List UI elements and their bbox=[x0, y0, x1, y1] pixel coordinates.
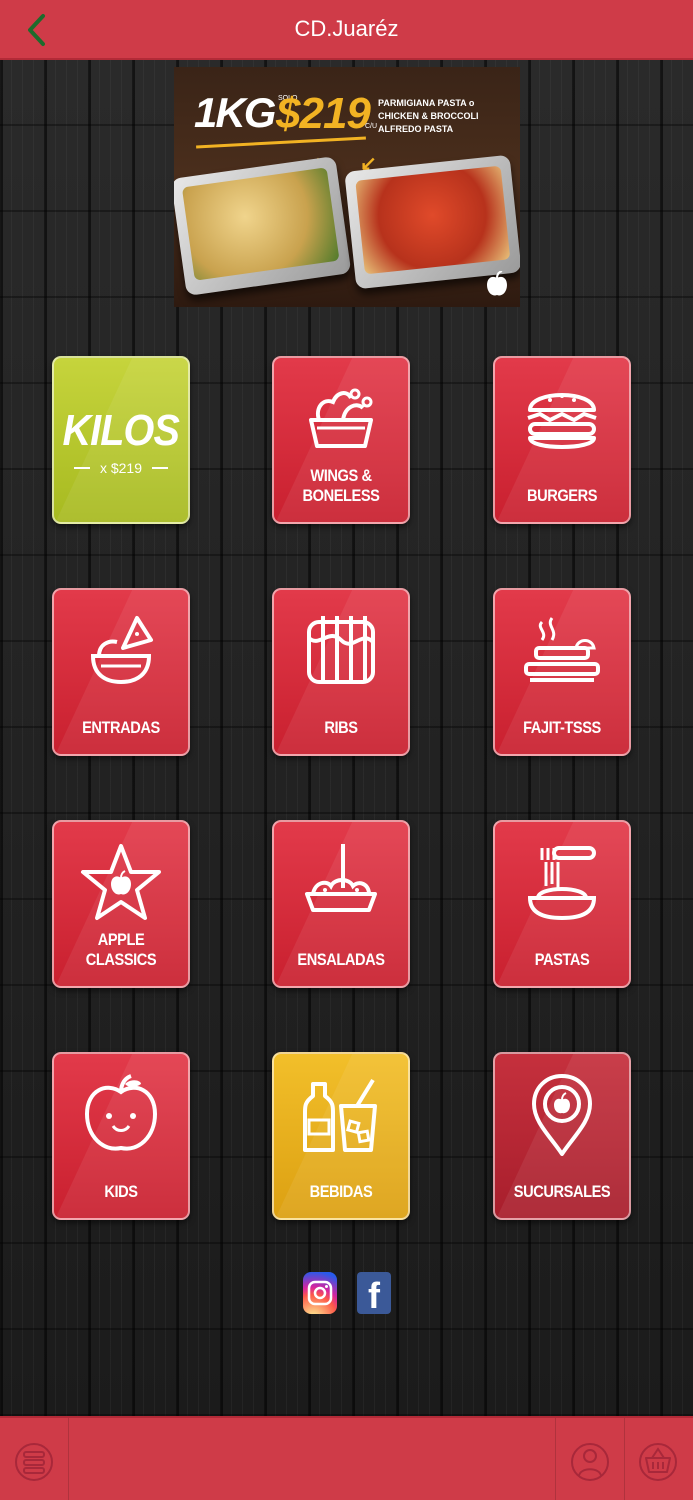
label-line-1: WINGS & bbox=[310, 466, 372, 485]
kilos-price: x $219 bbox=[99, 460, 143, 476]
spaghetti-icon bbox=[527, 846, 597, 921]
menu-list-icon bbox=[15, 1443, 53, 1481]
salad-bowl-icon bbox=[305, 844, 377, 912]
apple-logo-icon bbox=[487, 271, 507, 296]
instagram-icon bbox=[307, 1280, 333, 1306]
category-wings-boneless[interactable]: WINGS & BONELESS bbox=[272, 356, 410, 524]
tile-label: APPLE CLASSICS bbox=[85, 930, 157, 969]
back-button[interactable] bbox=[18, 10, 54, 50]
tile-label: BEBIDAS bbox=[309, 1182, 373, 1201]
tile-label: ENTRADAS bbox=[82, 718, 160, 737]
category-kids[interactable]: KIDS bbox=[52, 1052, 190, 1220]
banner-line-1: PARMIGIANA PASTA o bbox=[378, 98, 475, 108]
ribs-icon bbox=[307, 616, 375, 684]
user-profile-icon bbox=[571, 1443, 609, 1481]
top-bar: CD.Juaréz bbox=[0, 0, 693, 60]
facebook-button[interactable]: f bbox=[357, 1272, 391, 1314]
sizzling-plate-icon bbox=[524, 617, 600, 682]
divider bbox=[624, 1418, 625, 1500]
banner-weight: 1KG bbox=[194, 89, 276, 136]
alfredo-pasta-tray bbox=[174, 156, 352, 296]
chevron-left-icon bbox=[28, 14, 45, 46]
drinks-icon bbox=[303, 1078, 377, 1152]
category-apple-classics[interactable]: APPLE CLASSICS bbox=[52, 820, 190, 988]
category-burgers[interactable]: BURGERS bbox=[493, 356, 631, 524]
tile-label: BURGERS bbox=[526, 486, 598, 505]
category-kilos[interactable]: KILOS x $219 bbox=[52, 356, 190, 524]
chicken-wings-icon bbox=[309, 388, 373, 448]
tile-label: PASTAS bbox=[534, 950, 590, 969]
tile-label: SUCURSALES bbox=[513, 1182, 611, 1201]
tile-label: WINGS & BONELESS bbox=[283, 466, 398, 506]
tile-label: FAJIT-TSSS bbox=[523, 718, 601, 737]
kilos-title: KILOS bbox=[62, 406, 180, 455]
banner-cu: C/U bbox=[365, 123, 378, 130]
category-fajitsss[interactable]: FAJIT-TSSS bbox=[493, 588, 631, 756]
tile-label: ENSALADAS bbox=[297, 950, 385, 969]
banner-line-2: CHICKEN & BROCCOLI ALFREDO PASTA bbox=[378, 111, 479, 134]
nachos-bowl-icon bbox=[90, 616, 153, 685]
category-bebidas[interactable]: BEBIDAS bbox=[272, 1052, 410, 1220]
divider bbox=[68, 1418, 69, 1500]
divider bbox=[555, 1418, 556, 1500]
facebook-icon: f bbox=[368, 1275, 380, 1316]
category-entradas[interactable]: ENTRADAS bbox=[52, 588, 190, 756]
star-apple-icon bbox=[81, 844, 161, 920]
tile-label: RIBS bbox=[324, 718, 358, 737]
page-title: CD.Juaréz bbox=[294, 16, 399, 41]
menu-button[interactable] bbox=[14, 1438, 54, 1486]
banner-price: $219 bbox=[276, 89, 371, 138]
burger-icon bbox=[527, 393, 597, 449]
category-pastas[interactable]: PASTAS bbox=[493, 820, 631, 988]
category-ensaladas[interactable]: ENSALADAS bbox=[272, 820, 410, 988]
cart-button[interactable] bbox=[638, 1438, 678, 1486]
kilos-subtitle: x $219 bbox=[73, 460, 169, 476]
tile-label: KIDS bbox=[104, 1182, 138, 1201]
profile-button[interactable] bbox=[570, 1438, 610, 1486]
category-sucursales[interactable]: SUCURSALES bbox=[493, 1052, 631, 1220]
banner-description: PARMIGIANA PASTA o CHICKEN & BROCCOLI AL… bbox=[378, 97, 518, 136]
parmigiana-pasta-tray bbox=[344, 154, 520, 290]
category-ribs[interactable]: RIBS bbox=[272, 588, 410, 756]
promo-banner[interactable]: 1KG SOLO $219 C/U PARMIGIANA PASTA o CHI… bbox=[174, 67, 520, 307]
smiling-apple-icon bbox=[84, 1074, 158, 1151]
location-pin-icon bbox=[532, 1074, 592, 1156]
label-line-2: BONELESS bbox=[302, 486, 380, 505]
bottom-navigation bbox=[0, 1416, 693, 1500]
instagram-button[interactable] bbox=[303, 1272, 337, 1314]
shopping-basket-icon bbox=[639, 1443, 677, 1481]
